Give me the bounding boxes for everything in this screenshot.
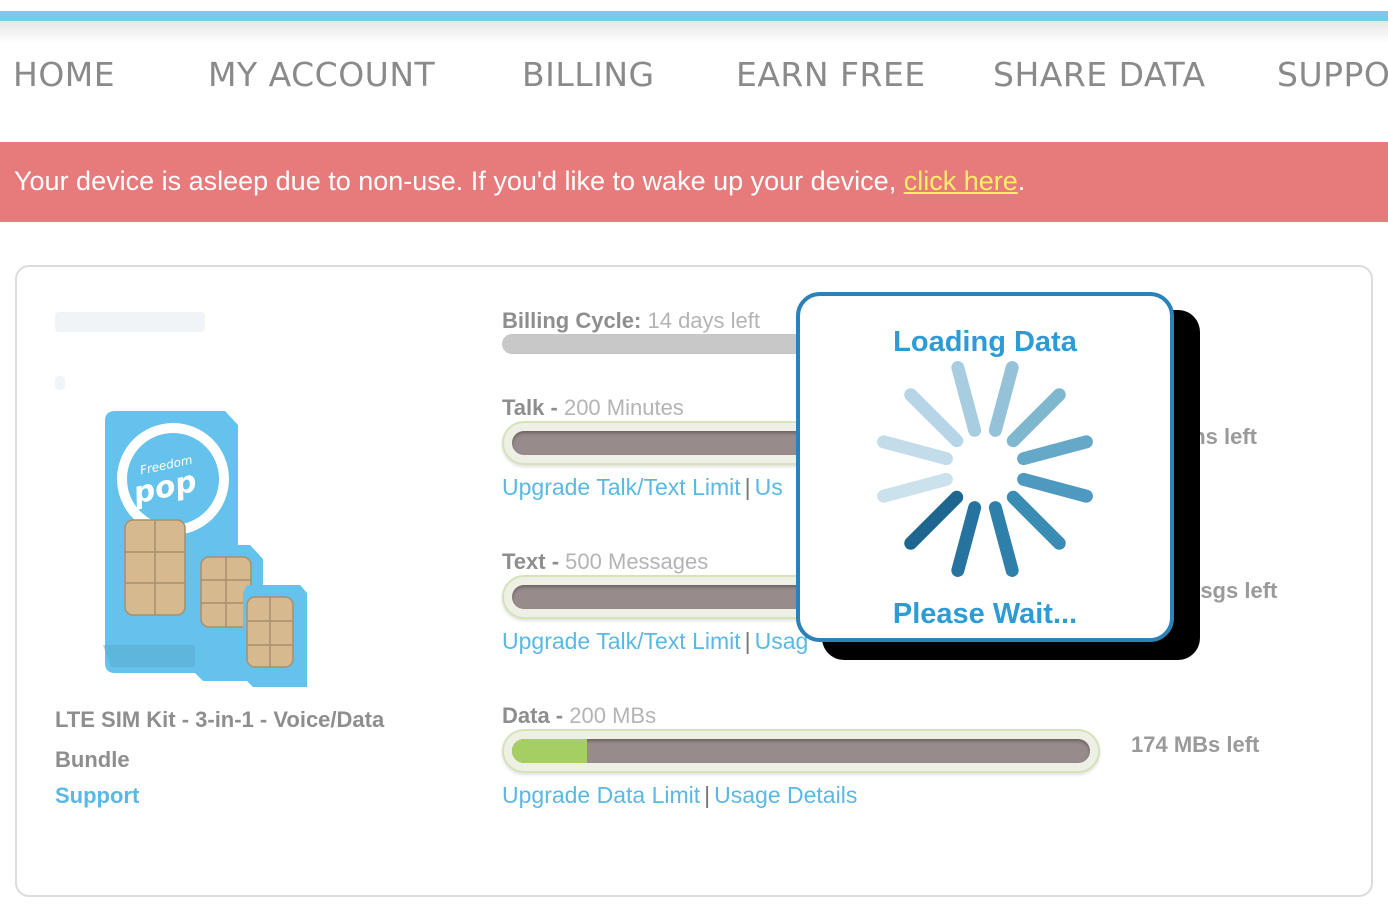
talk-usage-details-link[interactable]: Us — [755, 474, 783, 500]
nav-billing[interactable]: BILLING — [522, 55, 655, 94]
spinner-spoke — [951, 361, 982, 437]
faded-device-name — [55, 312, 205, 332]
data-usage-fill — [512, 739, 588, 763]
text-links: Upgrade Talk/Text Limit | Usag — [502, 628, 808, 655]
top-accent-stripe — [0, 11, 1388, 21]
spinner-spoke — [877, 435, 953, 466]
loading-modal: Loading Data Please Wait... — [796, 292, 1174, 642]
nav-share-data[interactable]: SHARE DATA — [993, 55, 1206, 94]
text-link-separator: | — [744, 628, 751, 654]
spinner-spoke — [1006, 388, 1066, 448]
upgrade-talk-text-link-2[interactable]: Upgrade Talk/Text Limit — [502, 628, 741, 654]
talk-links: Upgrade Talk/Text Limit | Us — [502, 474, 783, 501]
billing-cycle-label: Billing Cycle: 14 days left — [502, 308, 760, 334]
text-value: 500 Messages — [565, 549, 709, 574]
nav-earn-free[interactable]: EARN FREE — [736, 55, 926, 94]
spinner-spoke — [1017, 472, 1093, 503]
data-usage-track — [512, 739, 1090, 763]
product-name: LTE SIM Kit - 3-in-1 - Voice/Data Bundle — [55, 707, 385, 772]
alert-message: Your device is asleep due to non-use. If… — [14, 166, 904, 196]
spinner-spoke — [951, 501, 982, 577]
spinner-spoke — [988, 361, 1019, 437]
header-shadow — [0, 21, 1388, 43]
billing-cycle-value: 14 days left — [647, 308, 760, 333]
sleep-alert-banner: Your device is asleep due to non-use. If… — [0, 142, 1388, 222]
spinner-spoke — [1006, 490, 1066, 550]
spinner-spoke — [877, 472, 953, 503]
text-key: Text - — [502, 549, 560, 574]
faded-mark — [55, 376, 65, 390]
sim-kit-image: Freedom pop — [103, 411, 307, 687]
talk-key: Talk - — [502, 395, 558, 420]
data-label: Data - 200 MBs — [502, 703, 656, 729]
talk-value: 200 Minutes — [563, 395, 684, 420]
data-key: Data - — [502, 703, 564, 728]
spinner-spoke — [904, 388, 964, 448]
data-links: Upgrade Data Limit | Usage Details — [502, 782, 857, 809]
upgrade-talk-text-link[interactable]: Upgrade Talk/Text Limit — [502, 474, 741, 500]
wake-device-link[interactable]: click here — [904, 166, 1018, 196]
spinner-spoke — [988, 501, 1019, 577]
loading-spinner-icon — [877, 361, 1093, 577]
billing-cycle-key: Billing Cycle: — [502, 308, 642, 333]
nav-my-account[interactable]: MY ACCOUNT — [208, 55, 435, 94]
talk-label: Talk - 200 Minutes — [502, 395, 684, 421]
nav-home[interactable]: HOME — [13, 55, 115, 94]
talk-link-separator: | — [744, 474, 751, 500]
nav-support[interactable]: SUPPOR — [1277, 55, 1388, 94]
data-value: 200 MBs — [569, 703, 657, 728]
text-label: Text - 500 Messages — [502, 549, 708, 575]
spinner-spoke — [1017, 435, 1093, 466]
alert-text: Your device is asleep due to non-use. If… — [14, 166, 1025, 197]
data-usage-details-link[interactable]: Usage Details — [714, 782, 857, 808]
data-remaining: 174 MBs left — [1131, 732, 1260, 757]
data-usage-bar — [502, 729, 1100, 773]
alert-end: . — [1017, 166, 1026, 196]
spinner-spoke — [904, 490, 964, 550]
main-nav: HOME MY ACCOUNT BILLING EARN FREE SHARE … — [0, 55, 1388, 105]
support-link[interactable]: Support — [55, 783, 139, 809]
upgrade-data-limit-link[interactable]: Upgrade Data Limit — [502, 782, 700, 808]
data-link-separator: | — [704, 782, 711, 808]
please-wait-text: Please Wait... — [892, 598, 1078, 630]
